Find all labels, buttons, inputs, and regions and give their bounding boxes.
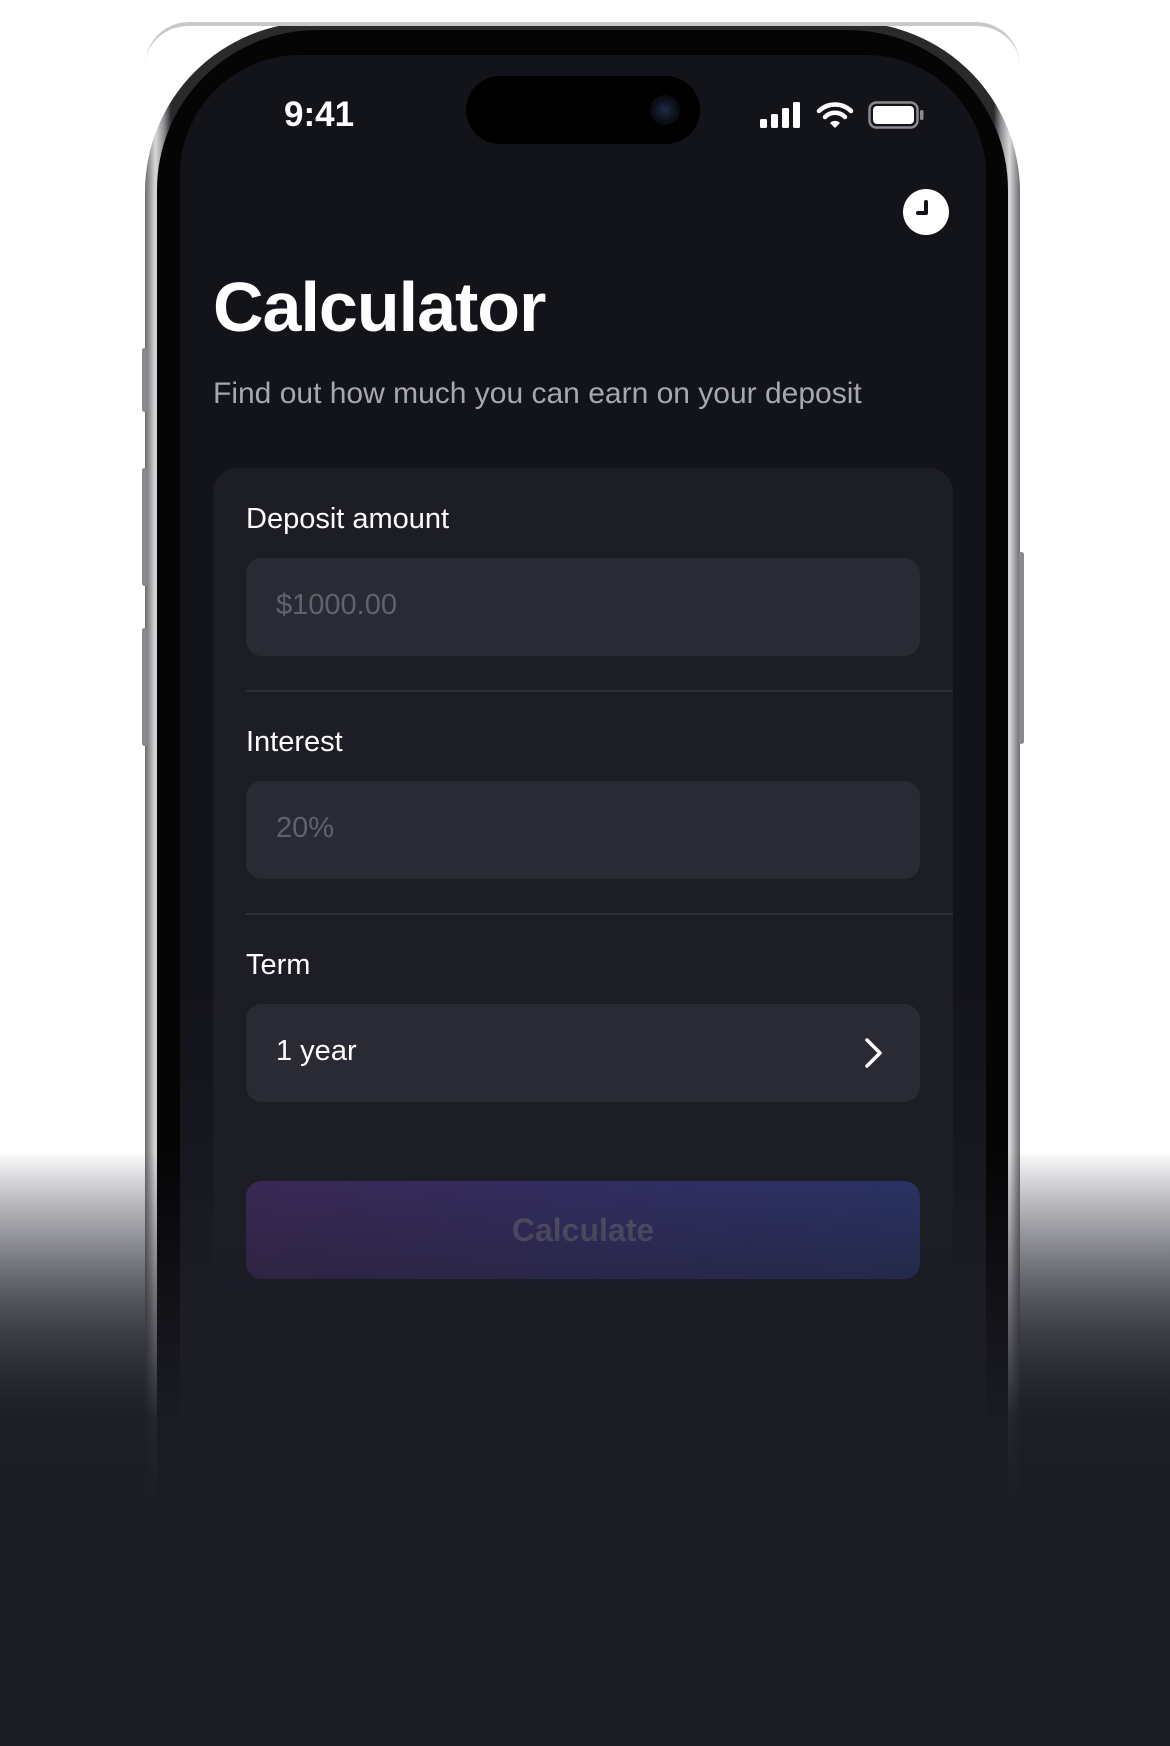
interest-field[interactable]: 20%: [246, 781, 920, 879]
divider: [246, 913, 953, 915]
history-button[interactable]: [903, 189, 949, 235]
divider: [246, 690, 953, 692]
deposit-amount-placeholder: $1000.00: [276, 589, 397, 621]
status-time: 9:41: [284, 95, 355, 134]
deposit-amount-label: Deposit amount: [246, 503, 450, 535]
dynamic-island: [466, 76, 700, 144]
calculator-card: Deposit amount $1000.00 Interest 20% Ter…: [213, 468, 953, 1303]
term-label: Term: [246, 949, 311, 981]
term-value: 1 year: [276, 1035, 357, 1067]
wifi-icon: [816, 102, 854, 128]
app-screen: 9:41 Calculator Find out how much you ca…: [180, 55, 986, 1746]
chevron-right-icon: [865, 1038, 882, 1068]
power-button: [1019, 552, 1024, 744]
volume-up-button: [142, 468, 147, 586]
interest-placeholder: 20%: [276, 812, 335, 844]
battery-icon: [868, 101, 924, 129]
page-subtitle: Find out how much you can earn on your d…: [213, 377, 862, 410]
front-camera: [650, 95, 680, 125]
interest-label: Interest: [246, 726, 343, 758]
volume-down-button: [142, 628, 147, 746]
calculate-button[interactable]: Calculate: [246, 1181, 920, 1279]
deposit-amount-field[interactable]: $1000.00: [246, 558, 920, 656]
cellular-signal-icon: [760, 102, 800, 128]
status-icons: [760, 101, 924, 129]
term-selector[interactable]: 1 year: [246, 1004, 920, 1102]
action-button: [142, 348, 147, 412]
page-title: Calculator: [213, 268, 546, 346]
